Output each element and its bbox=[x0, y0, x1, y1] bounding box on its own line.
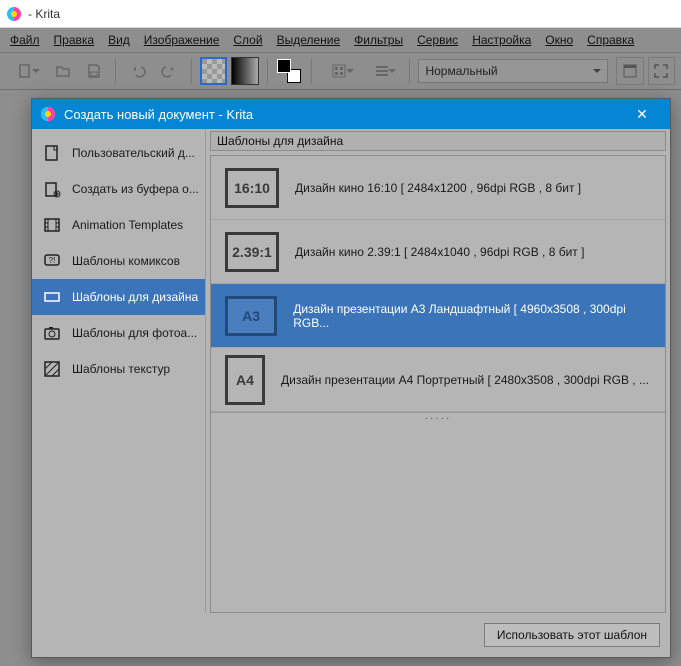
section-header: Шаблоны для дизайна bbox=[210, 131, 666, 151]
sidebar-item-label: Шаблоны для фотоа... bbox=[72, 326, 197, 340]
template-label: Дизайн кино 2.39:1 [ 2484x1040 , 96dpi R… bbox=[295, 245, 584, 259]
comic-icon: ?! bbox=[42, 251, 62, 271]
sidebar-item-label: Пользовательский д... bbox=[72, 146, 195, 160]
menu-tools[interactable]: Сервис bbox=[411, 31, 464, 49]
aspect-icon bbox=[42, 287, 62, 307]
redo-button[interactable] bbox=[156, 57, 183, 85]
template-row[interactable]: A3 Дизайн презентации A3 Ландшафтный [ 4… bbox=[211, 284, 665, 348]
dialog-content: Шаблоны для дизайна 16:10 Дизайн кино 16… bbox=[206, 129, 670, 613]
dialog-sidebar: Пользовательский д... Создать из буфера … bbox=[32, 129, 206, 613]
template-label: Дизайн презентации A3 Ландшафтный [ 4960… bbox=[293, 302, 651, 330]
document-icon bbox=[42, 143, 62, 163]
gradient-swatch[interactable] bbox=[231, 57, 258, 85]
template-thumb: A3 bbox=[225, 296, 277, 336]
menu-select[interactable]: Выделение bbox=[271, 31, 347, 49]
menu-view[interactable]: Вид bbox=[102, 31, 136, 49]
undo-button[interactable] bbox=[124, 57, 151, 85]
svg-text:?!: ?! bbox=[49, 256, 56, 265]
film-icon bbox=[42, 215, 62, 235]
menu-help[interactable]: Справка bbox=[581, 31, 640, 49]
menu-settings[interactable]: Настройка bbox=[466, 31, 537, 49]
menu-window[interactable]: Окно bbox=[539, 31, 579, 49]
sidebar-item-custom[interactable]: Пользовательский д... bbox=[32, 135, 205, 171]
template-thumb: 2.39:1 bbox=[225, 232, 279, 272]
texture-icon bbox=[42, 359, 62, 379]
app-title: - Krita bbox=[28, 7, 60, 21]
toolbar-sep bbox=[115, 58, 116, 84]
open-button[interactable] bbox=[49, 57, 76, 85]
sidebar-item-texture[interactable]: Шаблоны текстур bbox=[32, 351, 205, 387]
app-titlebar: - Krita bbox=[0, 0, 681, 28]
camera-icon bbox=[42, 323, 62, 343]
blend-mode-value: Нормальный bbox=[425, 64, 497, 78]
sidebar-item-label: Шаблоны для дизайна bbox=[72, 290, 198, 304]
use-template-button[interactable]: Использовать этот шаблон bbox=[484, 623, 660, 647]
template-row[interactable]: 16:10 Дизайн кино 16:10 [ 2484x1200 , 96… bbox=[211, 156, 665, 220]
blend-mode-combo[interactable]: Нормальный bbox=[418, 59, 608, 83]
main-toolbar: Нормальный bbox=[0, 52, 681, 90]
save-button[interactable] bbox=[80, 57, 107, 85]
menu-edit[interactable]: Правка bbox=[48, 31, 101, 49]
template-list: 16:10 Дизайн кино 16:10 [ 2484x1200 , 96… bbox=[210, 155, 666, 613]
menu-layer[interactable]: Слой bbox=[227, 31, 268, 49]
menu-image[interactable]: Изображение bbox=[138, 31, 226, 49]
toolbar-sep bbox=[311, 58, 312, 84]
menu-bar: Файл Правка Вид Изображение Слой Выделен… bbox=[0, 28, 681, 52]
template-preview-area bbox=[211, 422, 665, 612]
menu-file[interactable]: Файл bbox=[4, 31, 46, 49]
template-label: Дизайн презентации A4 Портретный [ 2480x… bbox=[281, 373, 649, 387]
brush-preset-button[interactable] bbox=[320, 57, 359, 85]
sidebar-item-clipboard[interactable]: Создать из буфера о... bbox=[32, 171, 205, 207]
template-label: Дизайн кино 16:10 [ 2484x1200 , 96dpi RG… bbox=[295, 181, 581, 195]
sidebar-item-design[interactable]: Шаблоны для дизайна bbox=[32, 279, 205, 315]
sidebar-item-photo[interactable]: Шаблоны для фотоа... bbox=[32, 315, 205, 351]
splitter-handle[interactable]: ····· bbox=[211, 412, 665, 422]
workspace-button[interactable] bbox=[616, 57, 643, 85]
menu-filters[interactable]: Фильтры bbox=[348, 31, 409, 49]
krita-logo-icon bbox=[6, 6, 22, 22]
new-doc-button[interactable] bbox=[6, 57, 45, 85]
sidebar-item-animation[interactable]: Animation Templates bbox=[32, 207, 205, 243]
toolbar-sep bbox=[409, 58, 410, 84]
template-thumb: 16:10 bbox=[225, 168, 279, 208]
fullscreen-button[interactable] bbox=[648, 57, 675, 85]
sidebar-item-label: Animation Templates bbox=[72, 218, 183, 232]
clipboard-plus-icon bbox=[42, 179, 62, 199]
template-row[interactable]: 2.39:1 Дизайн кино 2.39:1 [ 2484x1040 , … bbox=[211, 220, 665, 284]
sidebar-item-label: Создать из буфера о... bbox=[72, 182, 199, 196]
dialog-title: Создать новый документ - Krita bbox=[64, 107, 253, 122]
pattern-swatch[interactable] bbox=[200, 57, 227, 85]
fg-bg-color[interactable] bbox=[275, 57, 302, 85]
toolbar-sep bbox=[191, 58, 192, 84]
toolbar-sep bbox=[267, 58, 268, 84]
sidebar-item-comics[interactable]: ?! Шаблоны комиксов bbox=[32, 243, 205, 279]
dialog-titlebar[interactable]: Создать новый документ - Krita ✕ bbox=[32, 99, 670, 129]
dialog-close-button[interactable]: ✕ bbox=[622, 99, 662, 129]
template-thumb: A4 bbox=[225, 355, 265, 405]
new-document-dialog: Создать новый документ - Krita ✕ Пользов… bbox=[31, 98, 671, 658]
brush-settings-button[interactable] bbox=[363, 57, 402, 85]
dialog-footer: Использовать этот шаблон bbox=[32, 613, 670, 657]
krita-logo-icon bbox=[40, 106, 56, 122]
template-row[interactable]: A4 Дизайн презентации A4 Портретный [ 24… bbox=[211, 348, 665, 412]
sidebar-item-label: Шаблоны текстур bbox=[72, 362, 170, 376]
sidebar-item-label: Шаблоны комиксов bbox=[72, 254, 180, 268]
